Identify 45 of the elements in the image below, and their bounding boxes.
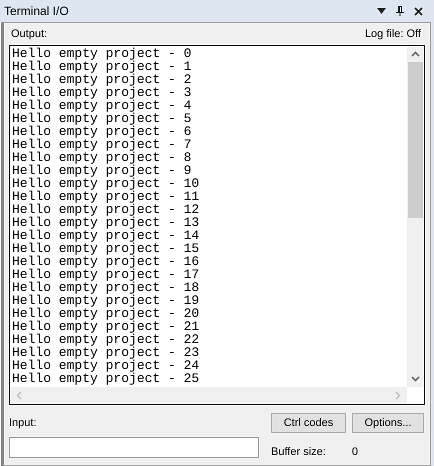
horizontal-scrollbar[interactable]: [10, 387, 407, 404]
output-line: Hello empty project - 25: [12, 372, 200, 385]
output-line: Hello empty project - 11: [12, 190, 200, 203]
output-line: Hello empty project - 17: [12, 268, 200, 281]
output-line: Hello empty project - 18: [12, 281, 200, 294]
output-line: Hello empty project - 24: [12, 359, 200, 372]
dropdown-icon[interactable]: [377, 8, 386, 14]
pin-icon[interactable]: [396, 6, 404, 16]
scroll-left-icon[interactable]: [16, 391, 22, 400]
output-line: Hello empty project - 19: [12, 294, 200, 307]
input-label: Input:: [9, 416, 38, 429]
output-line: Hello empty project - 22: [12, 333, 200, 346]
output-line: Hello empty project - 6: [12, 125, 192, 138]
output-line: Hello empty project - 4: [12, 99, 192, 112]
scroll-down-icon[interactable]: [411, 376, 420, 382]
scrollbar-thumb[interactable]: [408, 62, 423, 218]
output-line: Hello empty project - 20: [12, 307, 200, 320]
options-button[interactable]: Options...: [352, 413, 424, 433]
output-line: Hello empty project - 1: [12, 60, 192, 73]
output-line: Hello empty project - 14: [12, 229, 200, 242]
ctrl-codes-button[interactable]: Ctrl codes: [271, 413, 346, 433]
output-line: Hello empty project - 9: [12, 164, 192, 177]
output-line: Hello empty project - 12: [12, 203, 200, 216]
buffer-size-label: Buffer size:: [271, 446, 326, 458]
window-title: Terminal I/O: [4, 4, 69, 18]
output-line: Hello empty project - 0: [12, 47, 192, 60]
close-icon[interactable]: [414, 6, 423, 16]
output-line: Hello empty project - 8: [12, 151, 192, 164]
output-line: Hello empty project - 7: [12, 138, 192, 151]
log-file-status: Log file: Off: [364, 28, 421, 40]
scroll-up-icon[interactable]: [411, 51, 420, 57]
scroll-right-icon[interactable]: [395, 391, 401, 400]
output-line: Hello empty project - 5: [12, 112, 192, 125]
output-line: Hello empty project - 16: [12, 255, 200, 268]
output-line: Hello empty project - 21: [12, 320, 200, 333]
input-field[interactable]: [9, 437, 259, 458]
output-line: Hello empty project - 2: [12, 73, 192, 86]
output-line: Hello empty project - 15: [12, 242, 200, 255]
vertical-scrollbar[interactable]: [407, 46, 424, 387]
output-line: Hello empty project - 10: [12, 177, 200, 190]
output-label: Output:: [11, 28, 48, 40]
output-line: Hello empty project - 13: [12, 216, 200, 229]
output-line: Hello empty project - 3: [12, 86, 192, 99]
output-line: Hello empty project - 23: [12, 346, 200, 359]
buffer-size-value: 0: [352, 446, 358, 458]
